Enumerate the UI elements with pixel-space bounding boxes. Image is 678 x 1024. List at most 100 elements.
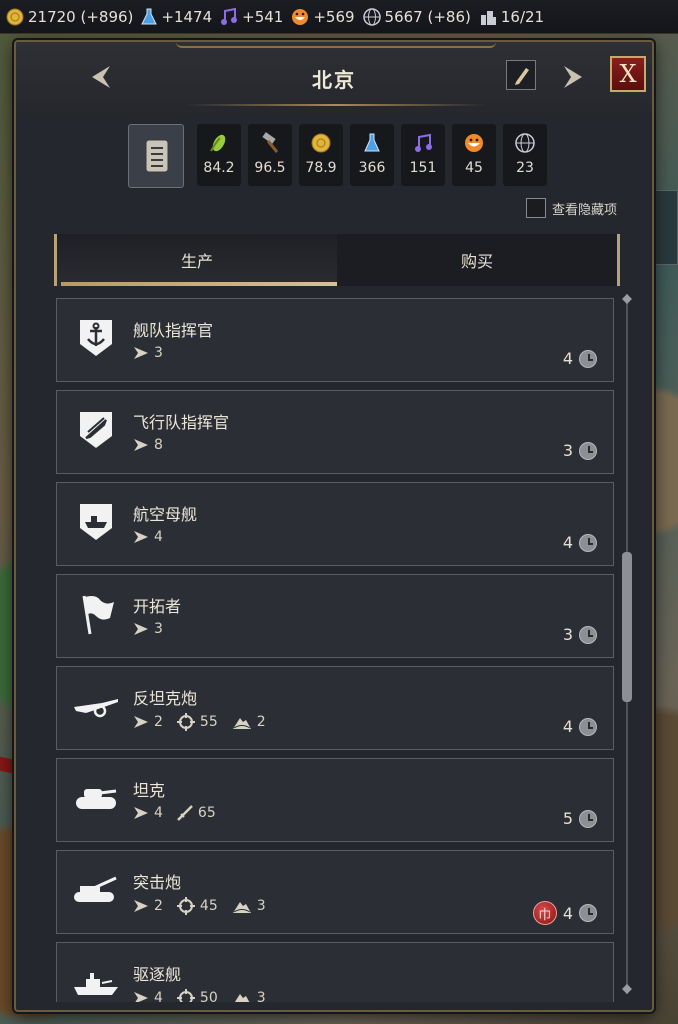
tourism-resource[interactable]: 5667 (+86) bbox=[362, 7, 471, 26]
gold-icon bbox=[311, 133, 331, 153]
faith-value: +569 bbox=[313, 7, 355, 26]
destroyer-icon bbox=[71, 957, 121, 1002]
tab-bar: 生产 购买 bbox=[54, 234, 620, 286]
gold-resource[interactable]: 21720 (+896) bbox=[6, 8, 133, 26]
movement-stat: 8 bbox=[133, 437, 163, 453]
list-item-squadron-commander[interactable]: 飞行队指挥官 8 3 bbox=[56, 390, 614, 474]
list-item-destroyer[interactable]: 驱逐舰 4 50 3 bbox=[56, 942, 614, 1002]
faith-resource[interactable]: +569 bbox=[291, 7, 355, 26]
culture-value: +541 bbox=[242, 7, 284, 26]
scrollbar-thumb[interactable] bbox=[622, 552, 632, 702]
unit-name: 开拓者 bbox=[133, 597, 182, 616]
clock-icon bbox=[579, 349, 597, 368]
clock-icon bbox=[579, 904, 597, 922]
list-item-tank[interactable]: 坦克 4 65 5 bbox=[56, 758, 614, 842]
movement-arrow-icon bbox=[134, 623, 148, 635]
unit-name: 舰队指挥官 bbox=[133, 321, 214, 340]
science-icon bbox=[364, 133, 380, 152]
show-hidden-toggle[interactable]: 查看隐藏项 bbox=[526, 198, 617, 218]
city-production-panel: 北京 X 84.2 96.5 78.9 366 151 45 23 查看隐藏项 … bbox=[14, 40, 654, 1012]
science-flask-icon bbox=[141, 8, 158, 26]
antitank-gun-icon bbox=[71, 681, 121, 731]
range-hill-icon bbox=[232, 718, 251, 729]
close-button[interactable]: X bbox=[610, 56, 646, 92]
unit-name: 突击炮 bbox=[133, 873, 182, 892]
gold-value: 21720 (+896) bbox=[28, 7, 134, 26]
movement-arrow-icon bbox=[134, 807, 148, 819]
movement-stat: 2 bbox=[133, 713, 163, 731]
unit-name: 坦克 bbox=[133, 781, 166, 800]
unit-stats: 2 45 3 bbox=[133, 897, 266, 915]
sword-icon bbox=[177, 805, 193, 821]
yield-tourism: 23 bbox=[503, 124, 547, 186]
scrollbar-top-cap bbox=[622, 294, 632, 304]
rename-city-button[interactable] bbox=[506, 60, 536, 90]
clock-icon bbox=[579, 533, 597, 552]
movement-stat: 4 bbox=[133, 529, 163, 545]
culture-note-icon bbox=[220, 7, 238, 26]
ranged-strength-stat: 50 bbox=[176, 989, 218, 1002]
list-item-antitank-gun[interactable]: 反坦克炮 2 55 2 4 bbox=[56, 666, 614, 750]
header-ornament bbox=[176, 42, 496, 48]
ranged-strength-stat: 55 bbox=[176, 713, 218, 731]
tab-production[interactable]: 生产 bbox=[57, 234, 337, 286]
science-value: +1474 bbox=[161, 7, 213, 26]
range-stat: 2 bbox=[232, 713, 266, 731]
build-turns: 4 bbox=[563, 349, 597, 368]
build-turns: 4 bbox=[563, 533, 597, 552]
unit-stats: 3 bbox=[133, 621, 163, 637]
build-turns: 3 bbox=[563, 625, 597, 644]
list-scrollbar[interactable] bbox=[622, 294, 632, 994]
build-turns: 巾 4 bbox=[532, 901, 597, 925]
science-resource[interactable]: +1474 bbox=[141, 8, 212, 26]
unit-name: 航空母舰 bbox=[133, 505, 198, 524]
gold-coin-icon bbox=[6, 8, 24, 26]
unit-stats: 4 50 3 bbox=[133, 989, 266, 1002]
city-name: 北京 bbox=[312, 68, 356, 92]
build-turns: 5 bbox=[563, 809, 597, 828]
tab-purchase[interactable]: 购买 bbox=[337, 234, 617, 286]
unit-name: 反坦克炮 bbox=[133, 689, 198, 708]
carrier-shield-icon bbox=[71, 497, 121, 547]
movement-arrow-icon bbox=[134, 347, 148, 359]
movement-stat: 4 bbox=[133, 989, 163, 1002]
clock-icon bbox=[579, 717, 597, 736]
movement-arrow-icon bbox=[134, 439, 148, 451]
scrollbar-bottom-cap bbox=[622, 984, 632, 994]
production-queue-button[interactable] bbox=[128, 124, 184, 188]
list-item-aircraft-carrier[interactable]: 航空母舰 4 4 bbox=[56, 482, 614, 566]
unit-stats: 2 55 2 bbox=[133, 713, 266, 731]
yield-production: 96.5 bbox=[248, 124, 292, 186]
globe-icon bbox=[362, 7, 381, 26]
production-list: 舰队指挥官 3 4 飞行队指挥官 8 3 航空母舰 4 4 开拓者 3 3 反坦… bbox=[56, 298, 616, 1002]
unit-name: 飞行队指挥官 bbox=[133, 413, 230, 432]
wing-shield-icon bbox=[71, 405, 121, 455]
movement-arrow-icon bbox=[134, 531, 148, 543]
trade-value: 16/21 bbox=[500, 7, 545, 26]
list-item-settler[interactable]: 开拓者 3 3 bbox=[56, 574, 614, 658]
next-city-button[interactable] bbox=[560, 64, 586, 90]
show-hidden-checkbox[interactable] bbox=[526, 198, 546, 218]
movement-stat: 2 bbox=[133, 897, 163, 915]
anchor-shield-icon bbox=[71, 313, 121, 363]
scroll-icon bbox=[145, 139, 169, 173]
unique-unit-badge: 巾 bbox=[532, 901, 557, 925]
yield-gold: 78.9 bbox=[299, 124, 343, 186]
movement-arrow-icon bbox=[134, 900, 148, 912]
arrow-right-icon bbox=[564, 66, 582, 88]
list-item-assault-gun[interactable]: 突击炮 2 45 3 巾 4 bbox=[56, 850, 614, 934]
trade-resource[interactable]: 16/21 bbox=[479, 8, 544, 26]
yield-faith: 45 bbox=[452, 124, 496, 186]
list-item-fleet-commander[interactable]: 舰队指挥官 3 4 bbox=[56, 298, 614, 382]
range-hill-icon bbox=[234, 994, 250, 1002]
crosshair-icon bbox=[176, 713, 195, 731]
ranged-strength-stat: 45 bbox=[176, 897, 218, 915]
tourism-value: 5667 (+86) bbox=[384, 7, 471, 26]
crosshair-icon bbox=[176, 989, 195, 1002]
production-icon bbox=[262, 132, 279, 153]
yield-science: 366 bbox=[350, 124, 394, 186]
show-hidden-label: 查看隐藏项 bbox=[552, 202, 618, 218]
culture-resource[interactable]: +541 bbox=[220, 7, 284, 26]
resource-bar: 21720 (+896) +1474 +541 +569 5667 (+86) … bbox=[0, 0, 678, 34]
movement-stat: 3 bbox=[133, 621, 163, 637]
